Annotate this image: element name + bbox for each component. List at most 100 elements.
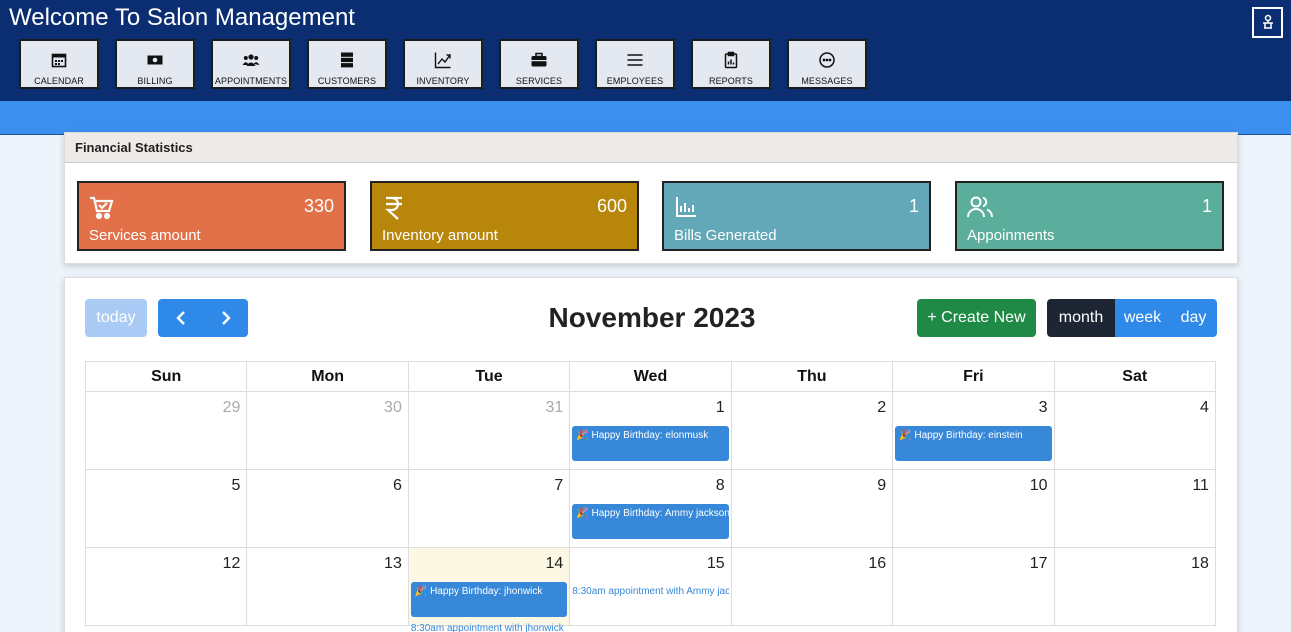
day-cell-today[interactable]: 14 🎉 Happy Birthday: jhonwick 8:30am appoi… [408,548,571,632]
user-seat-button[interactable] [1252,7,1283,38]
calendar-grid: Sun Mon Tue Wed Thu Fri Sat 29 30 31 1 🎉 Happy Bir… [85,361,1216,632]
day-cell[interactable]: 5 [86,470,248,548]
create-new-button[interactable]: + Create New [917,299,1036,337]
party-icon: 🎉 [414,586,428,597]
birthday-event[interactable]: 🎉 Happy Birthday: jhonwick [410,582,568,617]
birthday-event[interactable]: 🎉 Happy Birthday: elonmusk [572,426,729,461]
birthday-event[interactable]: 🎉 Happy Birthday: einstein [895,426,1052,461]
day-cell[interactable]: 8 🎉 Happy Birthday: Ammy jackson [570,470,732,548]
day-cell[interactable]: 13 [247,548,409,626]
stat-services-amount: 330 Services amount [77,181,346,251]
day-number[interactable]: 5 [232,477,241,495]
event-title: Happy Birthday: elonmusk [591,430,709,441]
stat-value: 600 [596,196,627,216]
next-month-button[interactable] [203,299,248,337]
prev-month-button[interactable] [158,299,203,337]
nav-customers[interactable]: CUSTOMERS [307,39,387,89]
chart-line-icon [434,52,451,69]
nav-calendar[interactable]: CALENDAR [19,39,99,89]
chevron-left-icon [175,311,185,325]
view-week-button[interactable]: week [1115,299,1170,337]
day-number[interactable]: 7 [554,477,563,495]
day-number[interactable]: 15 [707,555,725,573]
day-cell[interactable]: 11 [1054,470,1216,548]
nav-reports[interactable]: REPORTS [691,39,771,89]
financial-statistics-panel: Financial Statistics 330 Services amount… [64,132,1238,264]
party-icon: 🎉 [576,430,589,441]
view-day-button[interactable]: day [1170,299,1217,337]
view-switcher: month week day [1047,299,1217,337]
day-cell[interactable]: 2 [731,392,894,470]
day-cell[interactable]: 18 [1054,548,1216,626]
weekday-thu: Thu [731,362,894,392]
day-cell[interactable]: 1 🎉 Happy Birthday: elonmusk [570,392,732,470]
day-cell[interactable]: 12 [86,548,248,626]
chevron-right-icon [221,311,231,325]
birthday-event[interactable]: 🎉 Happy Birthday: Ammy jackson [572,504,729,539]
day-cell[interactable]: 30 [247,392,409,470]
calendar-week-row: 29 30 31 1 🎉 Happy Birthday: elonmusk 2 3 🎉 Hap… [86,392,1216,470]
calendar-panel: today November 2023 + Create New month w… [64,277,1238,632]
day-cell[interactable]: 16 [731,548,894,626]
day-number[interactable]: 9 [877,477,886,495]
day-number[interactable]: 2 [877,399,886,417]
nav-appointments[interactable]: APPOINTMENTS [211,39,291,89]
day-number[interactable]: 1 [716,399,725,417]
stat-caption: Bills Generated [674,227,777,244]
day-number[interactable]: 12 [223,555,241,573]
briefcase-icon [531,52,547,67]
stat-caption: Inventory amount [382,227,498,244]
nav-services[interactable]: SERVICES [499,39,579,89]
day-number[interactable]: 14 [545,555,563,573]
event-title: Happy Birthday: jhonwick [430,586,543,597]
nav-messages[interactable]: MESSAGES [787,39,867,89]
appointment-event[interactable]: 8:30am appointment with Ammy jackson [572,586,728,597]
nav-inventory[interactable]: INVENTORY [403,39,483,89]
day-cell[interactable]: 3 🎉 Happy Birthday: einstein [893,392,1055,470]
nav-label: BILLING [137,76,173,86]
day-cell[interactable]: 17 [893,548,1055,626]
day-number[interactable]: 11 [1192,477,1209,495]
day-number[interactable]: 13 [384,555,402,573]
month-nav-buttons [158,299,248,337]
day-number[interactable]: 3 [1039,399,1048,417]
day-cell[interactable]: 10 [893,470,1055,548]
weekday-sat: Sat [1054,362,1216,392]
day-number[interactable]: 18 [1191,555,1209,573]
today-button[interactable]: today [85,299,147,337]
day-number[interactable]: 10 [1030,477,1048,495]
nav-label: REPORTS [708,76,754,86]
day-cell[interactable]: 4 [1054,392,1216,470]
money-icon [147,55,163,65]
day-cell[interactable]: 6 [247,470,409,548]
weekday-tue: Tue [408,362,571,392]
day-cell[interactable]: 29 [86,392,248,470]
day-number[interactable]: 6 [393,477,402,495]
day-cell[interactable]: 31 [408,392,571,470]
day-number[interactable]: 16 [868,555,886,573]
day-number[interactable]: 4 [1200,399,1209,417]
nav-billing[interactable]: BILLING [115,39,195,89]
main-nav: CALENDAR BILLING APPOINTMENTS CUSTOMERS … [19,39,883,89]
nav-label: SERVICES [515,76,563,86]
chat-icon [819,52,835,68]
weekday-mon: Mon [247,362,409,392]
day-cell[interactable]: 9 [731,470,894,548]
view-month-button[interactable]: month [1047,299,1115,337]
day-cell[interactable]: 7 [408,470,571,548]
stat-caption: Appoinments [967,227,1055,244]
nav-employees[interactable]: EMPLOYEES [595,39,675,89]
appointment-event[interactable]: 8:30am appointment with jhonwick [411,623,567,632]
day-number[interactable]: 30 [384,399,402,417]
list-icon [627,54,643,66]
day-cell[interactable]: 15 8:30am appointment with Ammy jackson [570,548,732,626]
nav-label: APPOINTMENTS [214,76,288,86]
day-number[interactable]: 29 [223,399,241,417]
day-number[interactable]: 17 [1030,555,1048,573]
server-icon [341,52,353,68]
stat-bills-generated: 1 Bills Generated [662,181,931,251]
rupee-icon [385,196,402,220]
financial-statistics-title: Financial Statistics [65,133,1237,163]
day-number[interactable]: 8 [716,477,725,495]
day-number[interactable]: 31 [545,399,563,417]
